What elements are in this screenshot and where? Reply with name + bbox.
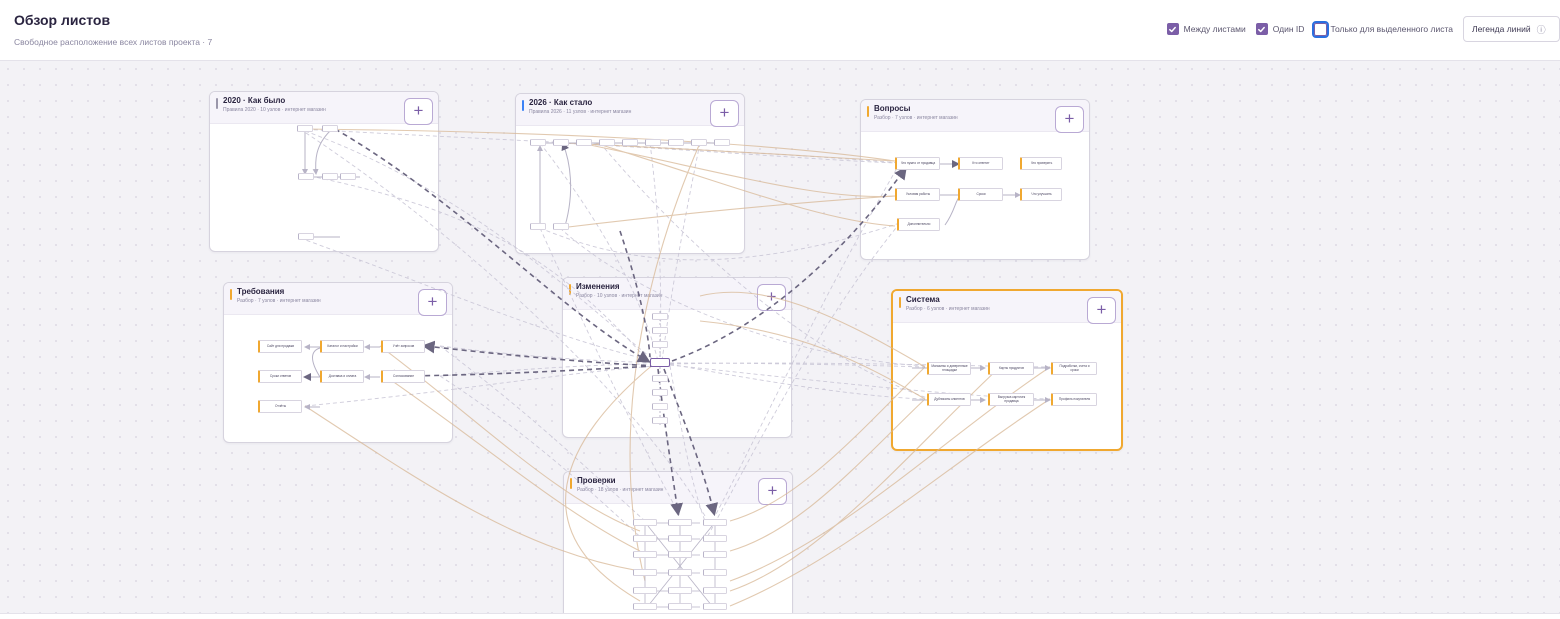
node-2020[interactable] bbox=[298, 233, 314, 240]
node-requirement[interactable]: Сайт для продажи bbox=[258, 340, 302, 353]
node-check[interactable] bbox=[668, 551, 692, 558]
toggle-same-id[interactable]: Один ID bbox=[1255, 23, 1305, 35]
sheets-canvas[interactable]: 2020 · Как было Правила 2020 · 10 узлов … bbox=[0, 61, 1560, 613]
node-2020[interactable] bbox=[340, 173, 356, 180]
node-check[interactable] bbox=[703, 603, 727, 610]
node-2026[interactable] bbox=[691, 139, 707, 146]
node-2026[interactable] bbox=[576, 139, 592, 146]
node-system[interactable]: Дубликаты клиентов bbox=[927, 393, 971, 406]
page-title: Обзор листов bbox=[14, 12, 111, 28]
node-change[interactable] bbox=[652, 389, 668, 396]
node-2026[interactable] bbox=[553, 223, 569, 230]
info-icon: ⓘ bbox=[1536, 24, 1546, 35]
toggle-selected-sheet-only[interactable]: Только для выделенного листа bbox=[1312, 20, 1453, 38]
node-2026[interactable] bbox=[553, 139, 569, 146]
node-2026[interactable] bbox=[599, 139, 615, 146]
node-2026[interactable] bbox=[530, 139, 546, 146]
toggle-label: Между листами bbox=[1183, 24, 1246, 34]
node-question[interactable]: Кто ответит bbox=[958, 157, 1003, 170]
node-change[interactable] bbox=[652, 327, 668, 334]
node-change-selected[interactable] bbox=[650, 358, 670, 367]
node-question[interactable]: Дополнительно bbox=[897, 218, 940, 231]
legend-button-label: Легенда линий bbox=[1472, 24, 1531, 34]
node-change[interactable] bbox=[652, 417, 668, 424]
node-check[interactable] bbox=[703, 587, 727, 594]
node-2020[interactable] bbox=[298, 173, 314, 180]
node-check[interactable] bbox=[633, 551, 657, 558]
node-requirement[interactable]: Доставка и оплата bbox=[320, 370, 364, 383]
node-system[interactable]: Выгрузка карточек продавца bbox=[988, 393, 1034, 406]
node-check[interactable] bbox=[703, 551, 727, 558]
node-2026[interactable] bbox=[645, 139, 661, 146]
node-system[interactable]: Магазины и доверенные площадки bbox=[927, 362, 971, 375]
node-question[interactable]: Что улучшить bbox=[1020, 188, 1062, 201]
node-check[interactable] bbox=[703, 519, 727, 526]
legend-lines-button[interactable]: Легенда линий ⓘ bbox=[1463, 16, 1560, 42]
view-controls: Между листами Один ID Только для выделен… bbox=[1166, 16, 1560, 42]
node-check[interactable] bbox=[633, 587, 657, 594]
node-question[interactable]: Что проверить bbox=[1020, 157, 1062, 170]
node-2020[interactable] bbox=[322, 173, 338, 180]
node-check[interactable] bbox=[668, 535, 692, 542]
node-2026[interactable] bbox=[668, 139, 684, 146]
node-requirement[interactable]: Каталог и настройки bbox=[320, 340, 364, 353]
node-check[interactable] bbox=[633, 535, 657, 542]
node-requirement[interactable]: Учёт запросов bbox=[381, 340, 425, 353]
node-check[interactable] bbox=[668, 603, 692, 610]
node-system[interactable]: Профиль покупателя bbox=[1051, 393, 1097, 406]
node-question[interactable]: Условия работы bbox=[895, 188, 940, 201]
node-change[interactable] bbox=[652, 341, 668, 348]
bottom-strip bbox=[0, 613, 1560, 619]
node-2020[interactable] bbox=[297, 125, 313, 132]
node-system[interactable]: Карты продуктов bbox=[988, 362, 1034, 375]
top-bar: Обзор листов Свободное расположение всех… bbox=[0, 0, 1560, 61]
node-layer: Что нужно от продавца Кто ответит Что пр… bbox=[0, 61, 1560, 613]
node-question[interactable]: Что нужно от продавца bbox=[895, 157, 940, 170]
node-requirement[interactable]: Сроки ответов bbox=[258, 370, 302, 383]
node-check[interactable] bbox=[703, 535, 727, 542]
node-check[interactable] bbox=[633, 603, 657, 610]
toggle-label: Один ID bbox=[1272, 24, 1305, 34]
checkbox-checked-icon[interactable] bbox=[1255, 23, 1268, 35]
node-2020[interactable] bbox=[322, 125, 338, 132]
node-check[interactable] bbox=[633, 569, 657, 576]
node-2026[interactable] bbox=[530, 223, 546, 230]
node-change[interactable] bbox=[652, 375, 668, 382]
node-check[interactable] bbox=[668, 587, 692, 594]
page-subtitle: Свободное расположение всех листов проек… bbox=[14, 37, 213, 47]
node-question[interactable]: Сроки bbox=[958, 188, 1003, 201]
node-requirement[interactable]: Отчёты bbox=[258, 400, 302, 413]
checkbox-checked-icon[interactable] bbox=[1166, 23, 1179, 35]
node-system[interactable]: Подработки, счета и сроки bbox=[1051, 362, 1097, 375]
node-change[interactable] bbox=[652, 403, 668, 410]
node-check[interactable] bbox=[703, 569, 727, 576]
node-2026[interactable] bbox=[714, 139, 730, 146]
node-change[interactable] bbox=[652, 313, 668, 320]
node-2026[interactable] bbox=[622, 139, 638, 146]
node-check[interactable] bbox=[633, 519, 657, 526]
toggle-between-sheets[interactable]: Между листами bbox=[1166, 23, 1246, 35]
checkbox-unchecked-icon[interactable] bbox=[1312, 20, 1330, 38]
node-check[interactable] bbox=[668, 519, 692, 526]
node-check[interactable] bbox=[668, 569, 692, 576]
node-requirement[interactable]: Согласование bbox=[381, 370, 425, 383]
toggle-label: Только для выделенного листа bbox=[1330, 24, 1453, 34]
